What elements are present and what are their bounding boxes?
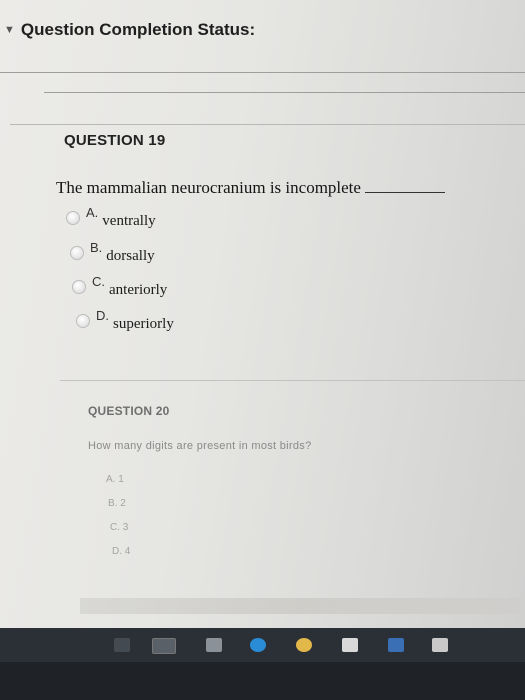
edge-icon[interactable] — [250, 638, 266, 652]
question-20-text: How many digits are present in most bird… — [88, 440, 312, 452]
option-c[interactable]: C. anteriorly — [72, 272, 167, 299]
status-title: Question Completion Status: — [20, 20, 256, 39]
radio-button[interactable] — [70, 246, 84, 260]
windows-taskbar — [0, 628, 525, 700]
option-letter: A. — [86, 205, 99, 220]
radio-button[interactable] — [72, 280, 86, 294]
question-19-title: QUESTION 19 — [64, 132, 166, 149]
option-text: 2 — [120, 498, 126, 509]
option-d-q20[interactable]: D. 4 — [112, 546, 130, 557]
option-c-q20[interactable]: C. 3 — [110, 522, 128, 533]
option-letter: D. — [96, 308, 109, 323]
option-letter: C. — [92, 274, 105, 289]
option-a-q20[interactable]: A. 1 — [106, 474, 124, 485]
radio-button[interactable] — [66, 211, 80, 225]
question-completion-status-header[interactable]: ▼ Question Completion Status: — [4, 20, 255, 40]
option-letter: C. — [110, 522, 120, 533]
mail-icon[interactable] — [388, 638, 404, 652]
option-text: anteriorly — [109, 282, 168, 298]
question-20-title: QUESTION 20 — [88, 404, 170, 418]
chevron-down-icon[interactable]: ▼ — [4, 24, 15, 36]
store-icon[interactable] — [342, 638, 358, 652]
option-letter: B. — [90, 240, 103, 255]
option-text: 1 — [118, 474, 124, 485]
option-a[interactable]: A. ventrally — [66, 203, 156, 230]
question-19-text: The mammalian neurocranium is incomplete — [56, 178, 445, 198]
option-text: ventrally — [102, 213, 156, 229]
option-d[interactable]: D. superiorly — [76, 306, 174, 333]
option-letter: B. — [108, 498, 118, 509]
option-text: dorsally — [106, 248, 155, 264]
option-text: superiorly — [113, 316, 174, 332]
app-icon[interactable] — [432, 638, 448, 652]
option-text: 3 — [122, 522, 129, 533]
radio-button[interactable] — [76, 314, 90, 328]
divider — [0, 72, 525, 73]
answer-blank — [364, 192, 445, 193]
option-letter: D. — [112, 546, 122, 557]
save-submit-bar — [80, 598, 520, 614]
divider — [44, 92, 525, 93]
option-b[interactable]: B. dorsally — [70, 238, 155, 265]
option-letter: A. — [106, 474, 116, 485]
app-icon[interactable] — [206, 638, 222, 652]
option-text: 4 — [124, 546, 131, 557]
file-explorer-icon[interactable] — [152, 638, 176, 654]
chrome-icon[interactable] — [296, 638, 312, 652]
question-text: The mammalian neurocranium is incomplete — [56, 178, 361, 197]
quiz-page: ▼ Question Completion Status: QUESTION 1… — [0, 0, 525, 628]
task-view-icon[interactable] — [114, 638, 130, 652]
divider — [60, 380, 525, 381]
divider — [10, 124, 525, 125]
option-b-q20[interactable]: B. 2 — [108, 498, 126, 509]
